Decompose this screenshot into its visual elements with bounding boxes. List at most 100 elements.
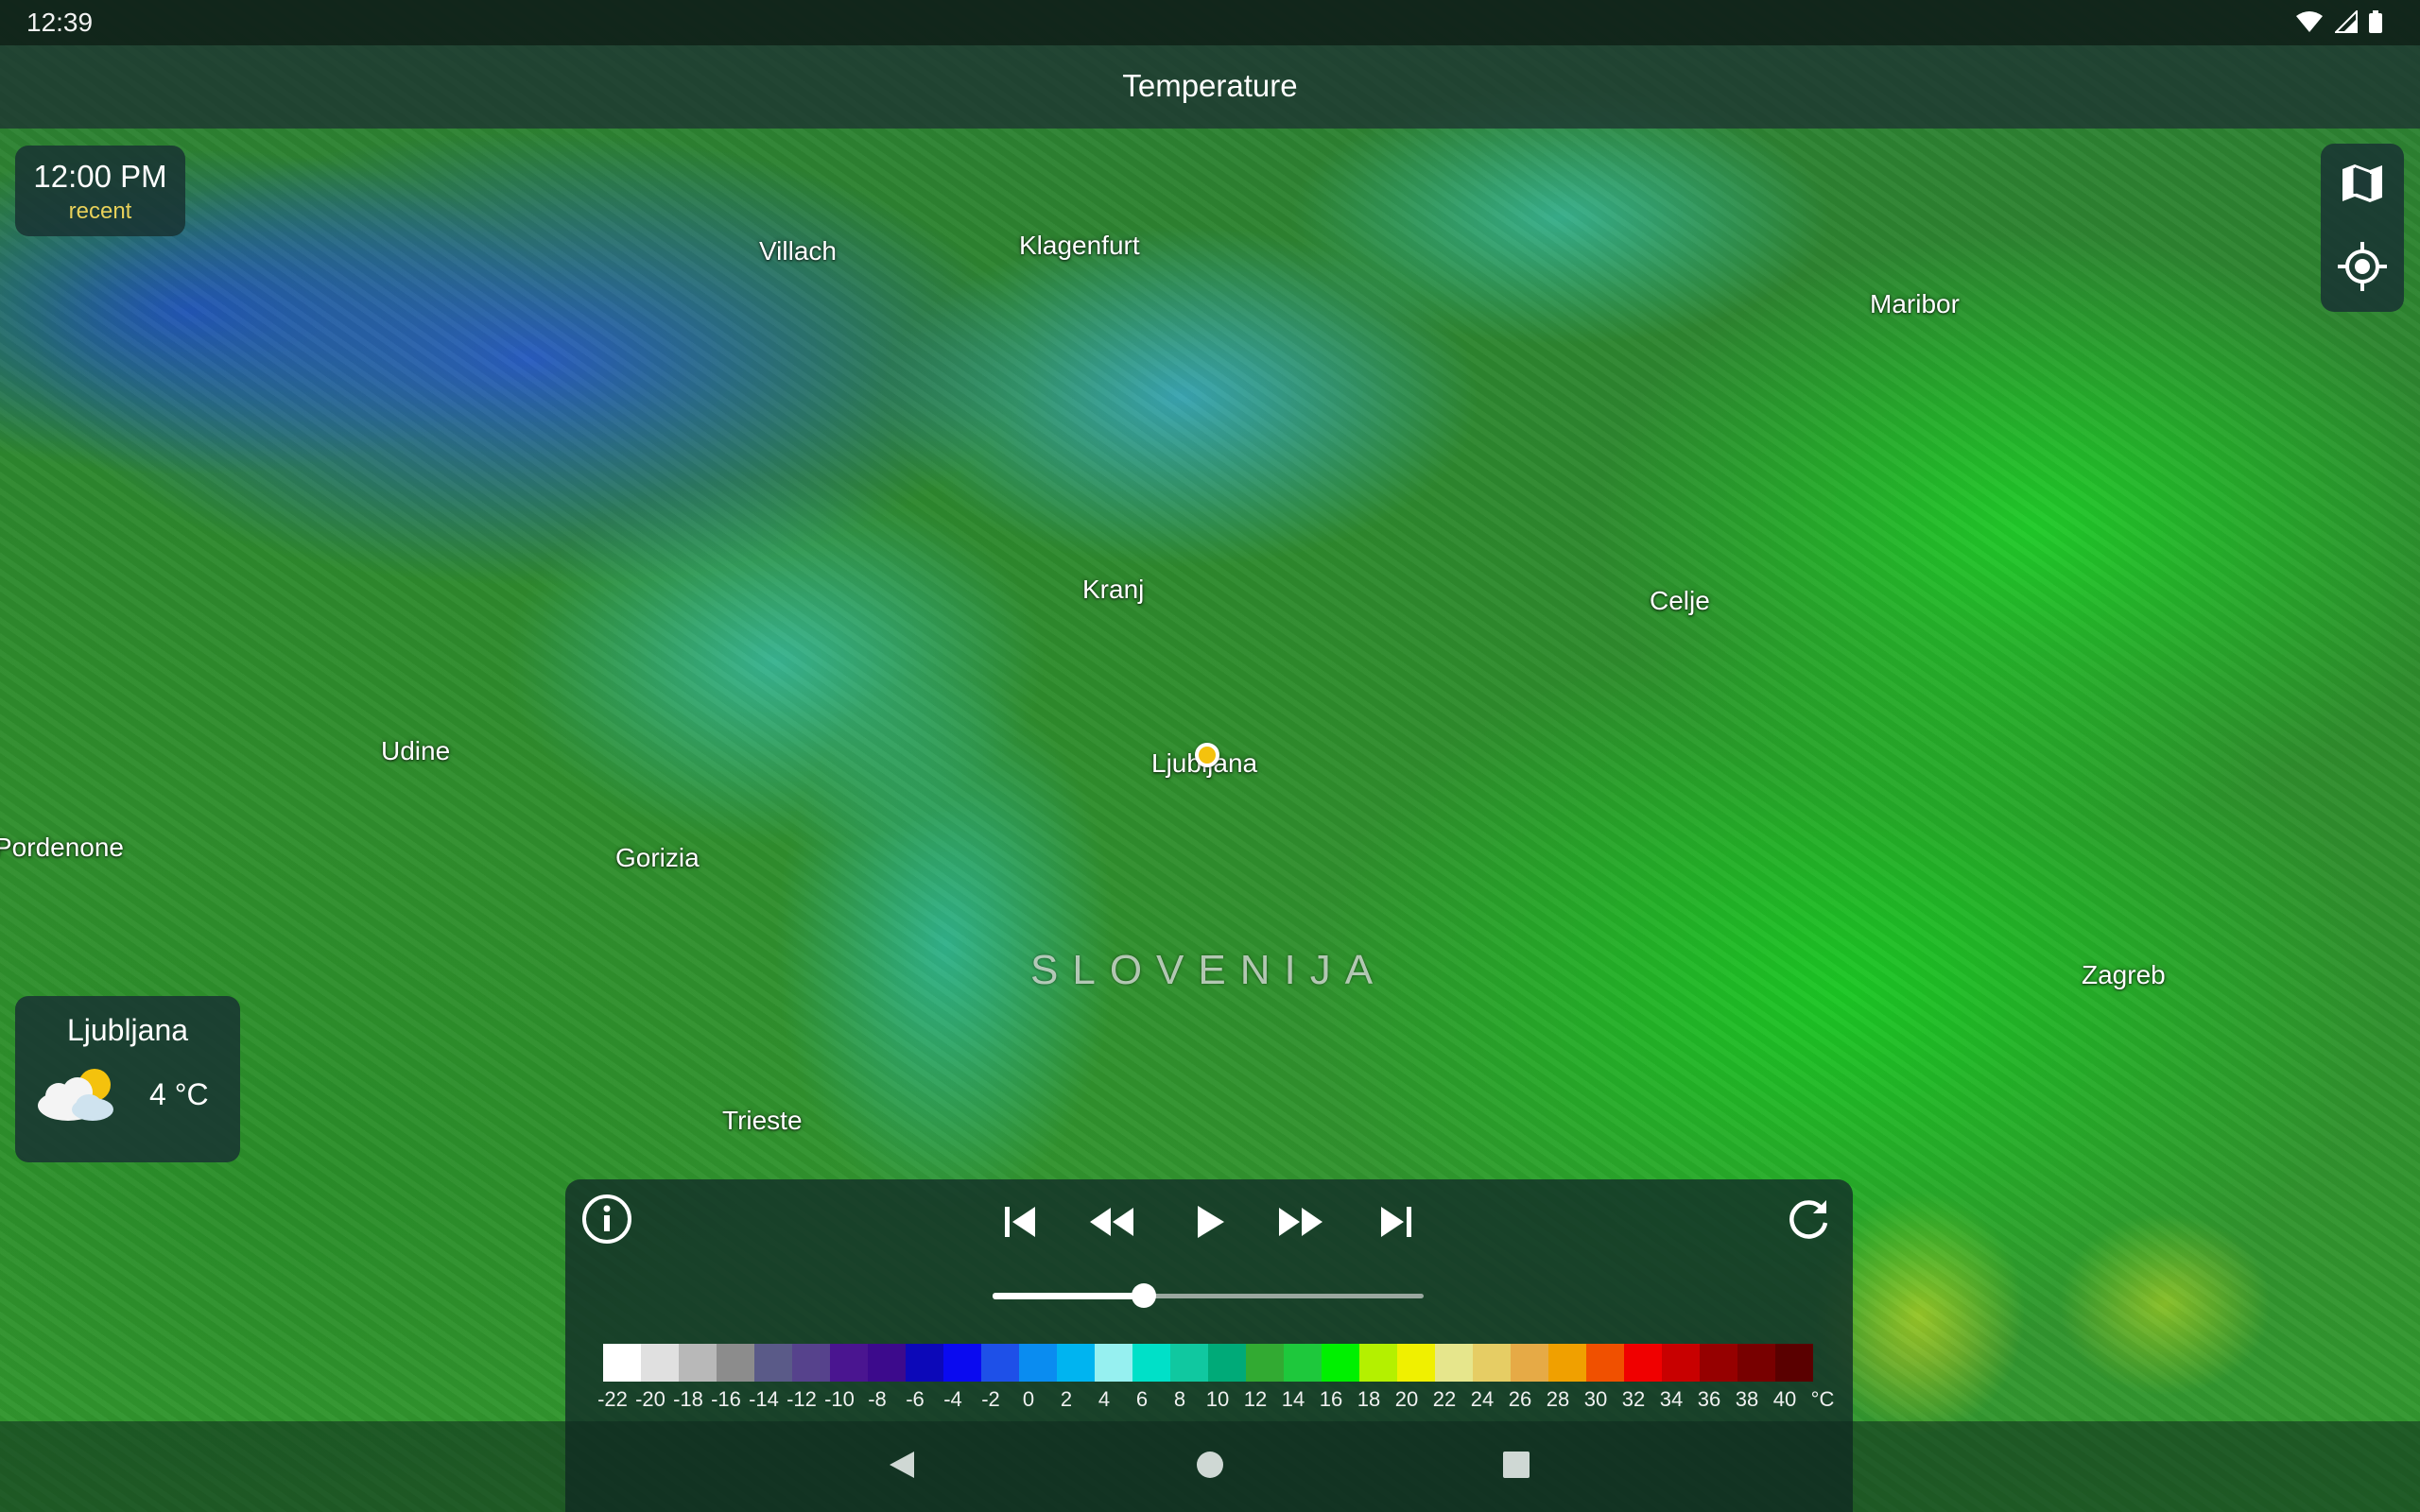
legend-swatch xyxy=(1359,1344,1397,1382)
legend-swatch xyxy=(1132,1344,1170,1382)
legend-label: -10 xyxy=(824,1387,855,1411)
legend-label: 16 xyxy=(1319,1387,1343,1411)
skip-to-end-icon xyxy=(1377,1203,1415,1246)
legend-label: 28 xyxy=(1546,1387,1570,1411)
partly-cloudy-icon xyxy=(30,1064,123,1129)
map-controls xyxy=(2321,144,2404,312)
country-label: SLOVENIJA xyxy=(1030,947,1388,993)
wifi-icon xyxy=(2295,10,2324,38)
status-bar: 12:39 xyxy=(0,0,2420,45)
legend-swatch xyxy=(1662,1344,1700,1382)
legend-unit: °C xyxy=(1810,1387,1835,1411)
legend-swatch xyxy=(1322,1344,1359,1382)
skip-to-end-button[interactable] xyxy=(1371,1198,1422,1249)
legend-label: 18 xyxy=(1357,1387,1381,1411)
city-label-maribor: Maribor xyxy=(1870,289,1960,318)
legend-label: 20 xyxy=(1394,1387,1419,1411)
timeline-slider-thumb[interactable] xyxy=(1131,1283,1156,1308)
legend-swatch xyxy=(1208,1344,1246,1382)
fast-forward-icon xyxy=(1277,1203,1324,1246)
forecast-time: 12:00 PM xyxy=(33,159,167,194)
battery-icon xyxy=(2369,9,2382,38)
legend-label: -4 xyxy=(943,1387,962,1411)
cellular-signal-icon xyxy=(2333,9,2358,38)
legend-swatch xyxy=(943,1344,981,1382)
fast-forward-button[interactable] xyxy=(1272,1198,1329,1249)
legend-swatch xyxy=(1057,1344,1095,1382)
play-button[interactable] xyxy=(1184,1198,1235,1249)
legend-swatch xyxy=(679,1344,717,1382)
legend-label: -16 xyxy=(711,1387,741,1411)
legend-label: 22 xyxy=(1432,1387,1457,1411)
temperature-legend-labels: -22 -20 -18 -16 -14 -12 -10 -8 -6 -4 -2 0 2 4 6 8 10 12 14… xyxy=(584,1387,1835,1416)
city-label-udine: Udine xyxy=(381,736,451,765)
city-label-kranj: Kranj xyxy=(1082,575,1145,604)
map-layers-button[interactable] xyxy=(2321,144,2404,227)
legend-swatch xyxy=(981,1344,1019,1382)
home-button[interactable] xyxy=(1187,1444,1233,1489)
play-icon xyxy=(1190,1203,1228,1246)
legend-label: -2 xyxy=(981,1387,1000,1411)
legend-swatch xyxy=(1700,1344,1737,1382)
legend-swatch xyxy=(868,1344,906,1382)
legend-swatch xyxy=(1397,1344,1435,1382)
city-label-pordenone: Pordenone xyxy=(0,833,125,862)
refresh-button[interactable] xyxy=(1781,1194,1836,1249)
my-location-icon xyxy=(2336,240,2389,298)
legend-swatch xyxy=(1246,1344,1284,1382)
legend-label: -12 xyxy=(786,1387,817,1411)
legend-label: 36 xyxy=(1697,1387,1721,1411)
map-layers-icon xyxy=(2339,160,2386,212)
legend-label: 38 xyxy=(1735,1387,1759,1411)
weather-card-city: Ljubljana xyxy=(66,1013,189,1047)
weather-card-temperature: 4 °C xyxy=(149,1077,209,1111)
legend-label: 2 xyxy=(1060,1387,1073,1411)
legend-swatch xyxy=(1473,1344,1511,1382)
legend-swatch xyxy=(754,1344,792,1382)
legend-label: 26 xyxy=(1508,1387,1532,1411)
legend-label: -8 xyxy=(868,1387,887,1411)
legend-label: -18 xyxy=(673,1387,703,1411)
home-icon xyxy=(1195,1450,1225,1485)
legend-swatch xyxy=(1095,1344,1132,1382)
legend-swatch xyxy=(830,1344,868,1382)
info-button[interactable] xyxy=(579,1193,635,1249)
legend-label: 40 xyxy=(1772,1387,1797,1411)
temperature-legend-bar xyxy=(603,1344,1813,1382)
legend-swatch xyxy=(1586,1344,1624,1382)
navigation-bar xyxy=(0,1421,2420,1512)
timeline-slider-progress xyxy=(993,1293,1144,1299)
back-icon xyxy=(886,1449,918,1486)
legend-swatch xyxy=(1170,1344,1208,1382)
legend-swatch xyxy=(906,1344,943,1382)
back-button[interactable] xyxy=(879,1444,925,1489)
legend-label: 4 xyxy=(1098,1387,1111,1411)
forecast-time-subtitle: recent xyxy=(68,198,132,224)
city-label-klagenfurt: Klagenfurt xyxy=(1019,231,1140,260)
legend-label: 34 xyxy=(1659,1387,1684,1411)
weather-card[interactable]: Ljubljana 4 °C xyxy=(15,996,240,1162)
legend-label: -14 xyxy=(749,1387,779,1411)
legend-label: 24 xyxy=(1470,1387,1495,1411)
legend-swatch xyxy=(641,1344,679,1382)
legend-label: -6 xyxy=(906,1387,925,1411)
city-label-celje: Celje xyxy=(1650,586,1710,615)
skip-to-start-button[interactable] xyxy=(994,1198,1046,1249)
rewind-button[interactable] xyxy=(1083,1198,1140,1249)
legend-label: 10 xyxy=(1205,1387,1230,1411)
legend-label: 6 xyxy=(1135,1387,1149,1411)
current-location-marker[interactable] xyxy=(1195,743,1219,767)
skip-to-start-icon xyxy=(1001,1203,1039,1246)
forecast-time-chip[interactable]: 12:00 PM recent xyxy=(15,146,185,236)
legend-swatch xyxy=(1511,1344,1548,1382)
info-icon xyxy=(581,1194,632,1249)
city-label-gorizia: Gorizia xyxy=(615,843,700,872)
my-location-button[interactable] xyxy=(2321,227,2404,310)
legend-label: -20 xyxy=(635,1387,666,1411)
legend-label: 0 xyxy=(1022,1387,1035,1411)
recents-button[interactable] xyxy=(1494,1444,1539,1489)
legend-swatch xyxy=(1624,1344,1662,1382)
legend-swatch xyxy=(1548,1344,1586,1382)
city-label-villach: Villach xyxy=(759,236,837,266)
city-label-trieste: Trieste xyxy=(722,1106,803,1135)
